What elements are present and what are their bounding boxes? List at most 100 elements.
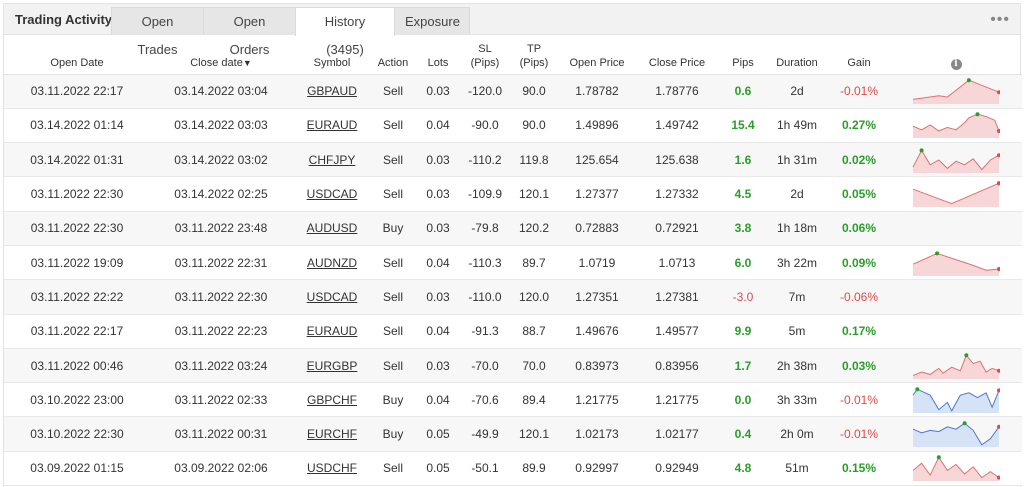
- symbol-link[interactable]: EURCHF: [307, 427, 357, 441]
- col-sl-label: SL: [478, 42, 492, 55]
- table-row[interactable]: 03.11.2022 22:22 03.11.2022 22:30 USDCAD Se…: [4, 279, 1022, 315]
- tab-history[interactable]: History (3495): [295, 7, 395, 57]
- symbol-link[interactable]: EURAUD: [307, 118, 358, 132]
- col-gain[interactable]: Gain: [828, 36, 890, 75]
- cell-lots: 0.04: [414, 108, 462, 144]
- cell-open-date: 03.14.2022 01:14: [4, 108, 150, 144]
- symbol-link[interactable]: AUDNZD: [307, 256, 357, 270]
- cell-duration: 1h 18m: [766, 211, 828, 246]
- cell-sparkline: [890, 348, 1022, 384]
- cell-pips: 0.0: [720, 382, 766, 418]
- col-symbol[interactable]: Symbol: [292, 36, 372, 75]
- trade-sparkline: [912, 421, 1000, 448]
- cell-close-price: 1.21775: [634, 382, 720, 418]
- tab-open-trades[interactable]: Open Trades: [111, 7, 204, 57]
- cell-duration: 1h 49m: [766, 108, 828, 144]
- sparkline-area: [913, 354, 999, 379]
- tab-bar: Trading Activity Open Trades Open Orders…: [4, 4, 1020, 57]
- cell-open-price: 1.0719: [560, 245, 634, 281]
- col-chart: i: [890, 36, 1022, 75]
- sparkline-area: [913, 423, 999, 448]
- sparkline-max-point: [962, 421, 967, 426]
- trade-sparkline: [912, 181, 1000, 208]
- cell-tp: 120.0: [508, 279, 560, 315]
- symbol-link[interactable]: USDCAD: [307, 187, 358, 201]
- cell-lots: 0.03: [414, 279, 462, 315]
- cell-lots: 0.05: [414, 451, 462, 487]
- symbol-link[interactable]: EURAUD: [307, 324, 358, 338]
- symbol-link[interactable]: GBPCHF: [307, 393, 357, 407]
- symbol-link[interactable]: USDCAD: [307, 290, 358, 304]
- table-row[interactable]: 03.10.2022 23:00 03.11.2022 02:33 GBPCHF Bu…: [4, 382, 1022, 418]
- cell-tp: 89.9: [508, 451, 560, 487]
- cell-symbol: GBPCHF: [292, 382, 372, 418]
- cell-gain: -0.01%: [828, 416, 890, 452]
- symbol-link[interactable]: AUDUSD: [307, 221, 358, 235]
- col-action[interactable]: Action: [372, 36, 414, 75]
- symbol-link[interactable]: EURGBP: [307, 359, 358, 373]
- table-row[interactable]: 03.11.2022 00:46 03.11.2022 03:24 EURGBP Se…: [4, 348, 1022, 384]
- cell-sl: -110.3: [462, 245, 508, 281]
- table-row[interactable]: 03.14.2022 01:31 03.14.2022 03:02 CHFJPY Se…: [4, 142, 1022, 178]
- cell-open-price: 1.02173: [560, 416, 634, 452]
- sparkline-max-point: [966, 78, 971, 83]
- cell-close-date: 03.11.2022 22:31: [150, 245, 292, 281]
- symbol-link[interactable]: USDCHF: [307, 461, 357, 475]
- cell-close-date: 03.11.2022 22:30: [150, 279, 292, 315]
- table-row[interactable]: 03.11.2022 22:30 03.14.2022 02:25 USDCAD Se…: [4, 176, 1022, 212]
- cell-tp: 90.0: [508, 74, 560, 109]
- cell-tp: 120.2: [508, 211, 560, 246]
- col-pips[interactable]: Pips: [720, 36, 766, 75]
- table-row[interactable]: 03.11.2022 19:09 03.11.2022 22:31 AUDNZD Se…: [4, 245, 1022, 281]
- tab-open-orders[interactable]: Open Orders: [203, 7, 296, 57]
- symbol-link[interactable]: GBPAUD: [307, 84, 357, 98]
- cell-duration: 2h 0m: [766, 416, 828, 452]
- cell-open-date: 03.11.2022 22:22: [4, 279, 150, 315]
- cell-gain: 0.02%: [828, 142, 890, 178]
- col-lots[interactable]: Lots: [414, 36, 462, 75]
- cell-gain: 0.06%: [828, 211, 890, 246]
- table-body: 03.11.2022 22:17 03.14.2022 03:04 GBPAUD Se…: [4, 74, 1022, 487]
- cell-close-price: 0.92949: [634, 451, 720, 487]
- col-close-price[interactable]: Close Price: [634, 36, 720, 75]
- cell-symbol: EURAUD: [292, 314, 372, 349]
- cell-sparkline: [890, 382, 1022, 418]
- info-icon[interactable]: i: [950, 58, 962, 70]
- cell-sl: -110.2: [462, 142, 508, 178]
- cell-open-date: 03.10.2022 23:00: [4, 382, 150, 418]
- cell-sl: -50.1: [462, 451, 508, 487]
- cell-sl: -110.0: [462, 279, 508, 315]
- table-row[interactable]: 03.14.2022 01:14 03.14.2022 03:03 EURAUD Se…: [4, 108, 1022, 144]
- cell-open-date: 03.11.2022 22:30: [4, 211, 150, 246]
- table-row[interactable]: 03.09.2022 01:15 03.09.2022 02:06 USDCHF Se…: [4, 451, 1022, 487]
- cell-sl: -49.9: [462, 416, 508, 452]
- col-open-price[interactable]: Open Price: [560, 36, 634, 75]
- sparkline-area: [913, 183, 999, 208]
- col-open-date[interactable]: Open Date: [4, 36, 150, 75]
- col-close-date[interactable]: Close date▼: [150, 36, 292, 75]
- more-options-icon[interactable]: •••: [990, 11, 1010, 29]
- cell-sparkline: [890, 142, 1022, 178]
- cell-duration: 5m: [766, 314, 828, 349]
- cell-sparkline: [890, 279, 1022, 315]
- cell-action: Sell: [372, 314, 414, 349]
- col-close-date-label: Close date: [190, 56, 243, 69]
- cell-symbol: AUDUSD: [292, 211, 372, 246]
- cell-pips: 9.9: [720, 314, 766, 349]
- symbol-link[interactable]: CHFJPY: [309, 153, 356, 167]
- cell-gain: 0.17%: [828, 314, 890, 349]
- col-tp[interactable]: TP (Pips): [508, 36, 560, 75]
- cell-lots: 0.04: [414, 314, 462, 349]
- table-row[interactable]: 03.11.2022 22:17 03.14.2022 03:04 GBPAUD Se…: [4, 74, 1022, 109]
- cell-pips: 0.4: [720, 416, 766, 452]
- col-sl[interactable]: SL (Pips): [462, 36, 508, 75]
- table-row[interactable]: 03.11.2022 22:17 03.11.2022 22:23 EURAUD Se…: [4, 314, 1022, 349]
- table-row[interactable]: 03.10.2022 22:30 03.11.2022 00:31 EURCHF Bu…: [4, 416, 1022, 452]
- cell-pips: 1.7: [720, 348, 766, 384]
- col-duration[interactable]: Duration: [766, 36, 828, 75]
- tab-exposure[interactable]: Exposure: [394, 7, 470, 35]
- cell-pips: 0.6: [720, 74, 766, 109]
- cell-sparkline: [890, 176, 1022, 212]
- cell-close-price: 0.83956: [634, 348, 720, 384]
- table-row[interactable]: 03.11.2022 22:30 03.11.2022 23:48 AUDUSD Bu…: [4, 211, 1022, 246]
